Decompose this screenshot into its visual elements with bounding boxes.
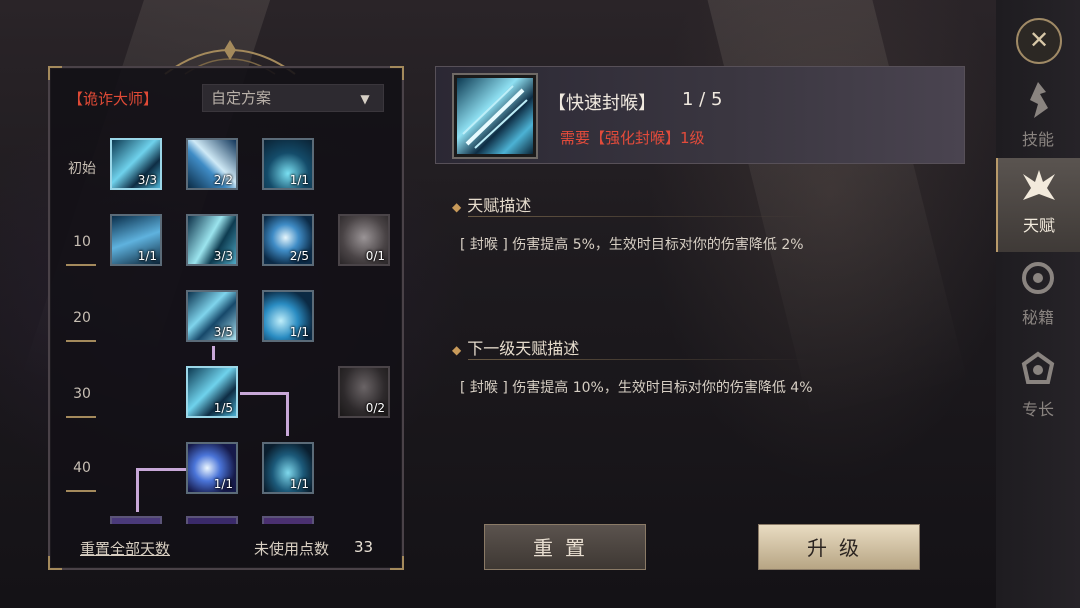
diamond-bullet-icon: ◆ [452, 200, 462, 214]
talent-node[interactable]: 2/5 [262, 214, 314, 266]
panel-corner [390, 66, 404, 80]
talent-node-count: 2/2 [213, 173, 233, 187]
talent-node[interactable]: 2/2 [186, 138, 238, 190]
nav-item-label: 秘籍 [1021, 308, 1054, 327]
nav-item-label: 天赋 [1022, 216, 1055, 235]
chevron-down-icon: ▼ [360, 92, 370, 106]
talent-node-partial [110, 516, 162, 524]
secret-book-icon [1022, 262, 1054, 294]
upgrade-button[interactable]: 升级 [758, 524, 920, 570]
nav-item-secret-book[interactable]: 秘籍 [996, 250, 1080, 344]
blade-streak-icon [462, 85, 528, 149]
talent-node-count: 0/1 [365, 249, 385, 263]
nav-item-label: 专长 [1021, 400, 1054, 419]
talent-node[interactable]: 1/1 [262, 138, 314, 190]
tier-label: 40 [73, 460, 91, 476]
panel-corner [390, 556, 404, 570]
plan-select[interactable]: 自定方案 ▼ [202, 84, 384, 112]
tier-divider [66, 416, 96, 418]
reset-button[interactable]: 重置 [484, 524, 646, 570]
section-divider [468, 359, 808, 360]
talent-node-count: 3/5 [213, 325, 233, 339]
diamond-bullet-icon: ◆ [452, 343, 462, 357]
talent-node-count: 1/1 [289, 477, 309, 491]
game-screen: 【诡诈大师】 自定方案 ▼ 初始 10 20 30 40 3/3 2/2 1/1… [0, 0, 1080, 608]
unused-points-label: 未使用点数 [254, 540, 330, 558]
nav-item-skill[interactable]: 技能 [996, 72, 1080, 166]
selected-talent-icon [454, 75, 536, 157]
talent-node-count: 2/5 [289, 249, 309, 263]
tree-connector [136, 468, 188, 471]
tree-connector [286, 392, 289, 436]
tree-connector [212, 346, 215, 360]
talent-node[interactable]: 1/1 [262, 442, 314, 494]
talent-node-partial [186, 516, 238, 524]
talent-node-partial [262, 516, 314, 524]
talent-node[interactable]: 3/3 [110, 138, 162, 190]
talent-description-text: [ 封喉 ] 伤害提高 5%，生效时目标对你的伤害降低 2% [460, 237, 804, 253]
tier-divider [66, 264, 96, 266]
tier-label: 30 [73, 386, 91, 402]
talent-tree-panel: 【诡诈大师】 自定方案 ▼ 初始 10 20 30 40 3/3 2/2 1/1… [48, 66, 404, 570]
tier-label: 20 [73, 310, 91, 326]
talent-node-locked[interactable]: 0/2 [338, 366, 390, 418]
plan-select-value: 自定方案 [211, 89, 272, 107]
section-divider [468, 216, 808, 217]
talent-node-selected[interactable]: 1/5 [186, 366, 238, 418]
skill-icon [1030, 82, 1048, 118]
talent-icon [1023, 170, 1055, 200]
panel-corner [48, 66, 62, 80]
talent-node-count: 1/1 [137, 249, 157, 263]
tree-connector [240, 392, 288, 395]
next-level-description-title: 下一级天赋描述 [467, 339, 580, 358]
talent-node-count: 0/2 [365, 401, 385, 415]
talent-level: 1 / 5 [682, 89, 723, 110]
talent-requirement: 需要【强化封喉】1级 [560, 129, 705, 147]
talent-name: 【快速封喉】 [548, 93, 656, 114]
talent-node[interactable]: 1/1 [110, 214, 162, 266]
talent-node[interactable]: 3/5 [186, 290, 238, 342]
tier-divider [66, 340, 96, 342]
close-icon[interactable]: ✕ [1016, 18, 1062, 64]
specialty-icon [1021, 351, 1055, 384]
talent-node-count: 3/3 [213, 249, 233, 263]
reset-all-talents-link[interactable]: 重置全部天数 [80, 538, 170, 559]
unused-points-value: 33 [354, 538, 374, 556]
tree-connector [136, 468, 139, 512]
nav-item-talent[interactable]: 天赋 [996, 158, 1080, 252]
talent-node-count: 1/1 [213, 477, 233, 491]
tier-divider [66, 490, 96, 492]
nav-item-specialty[interactable]: 专长 [996, 342, 1080, 436]
nav-item-label: 技能 [1021, 130, 1054, 149]
talent-node[interactable]: 1/1 [186, 442, 238, 494]
talent-node-count: 1/1 [289, 173, 309, 187]
next-level-description-text: [ 封喉 ] 伤害提高 10%，生效时目标对你的伤害降低 4% [460, 380, 813, 396]
talent-node-count: 1/5 [213, 401, 233, 415]
talent-detail-header: 【快速封喉】 1 / 5 需要【强化封喉】1级 [435, 66, 965, 164]
tier-label: 10 [73, 234, 91, 250]
class-name: 【诡诈大师】 [68, 90, 159, 108]
tier-label: 初始 [68, 161, 96, 177]
panel-corner [48, 556, 62, 570]
talent-node-locked[interactable]: 0/1 [338, 214, 390, 266]
talent-node[interactable]: 3/3 [186, 214, 238, 266]
next-level-description-heading: ◆ 下一级天赋描述 [452, 335, 579, 359]
talent-description-heading: ◆ 天赋描述 [452, 192, 531, 216]
talent-node-count: 1/1 [289, 325, 309, 339]
talent-node-count: 3/3 [137, 173, 157, 187]
talent-node[interactable]: 1/1 [262, 290, 314, 342]
talent-description-title: 天赋描述 [467, 196, 532, 215]
light-ray [702, 0, 969, 426]
